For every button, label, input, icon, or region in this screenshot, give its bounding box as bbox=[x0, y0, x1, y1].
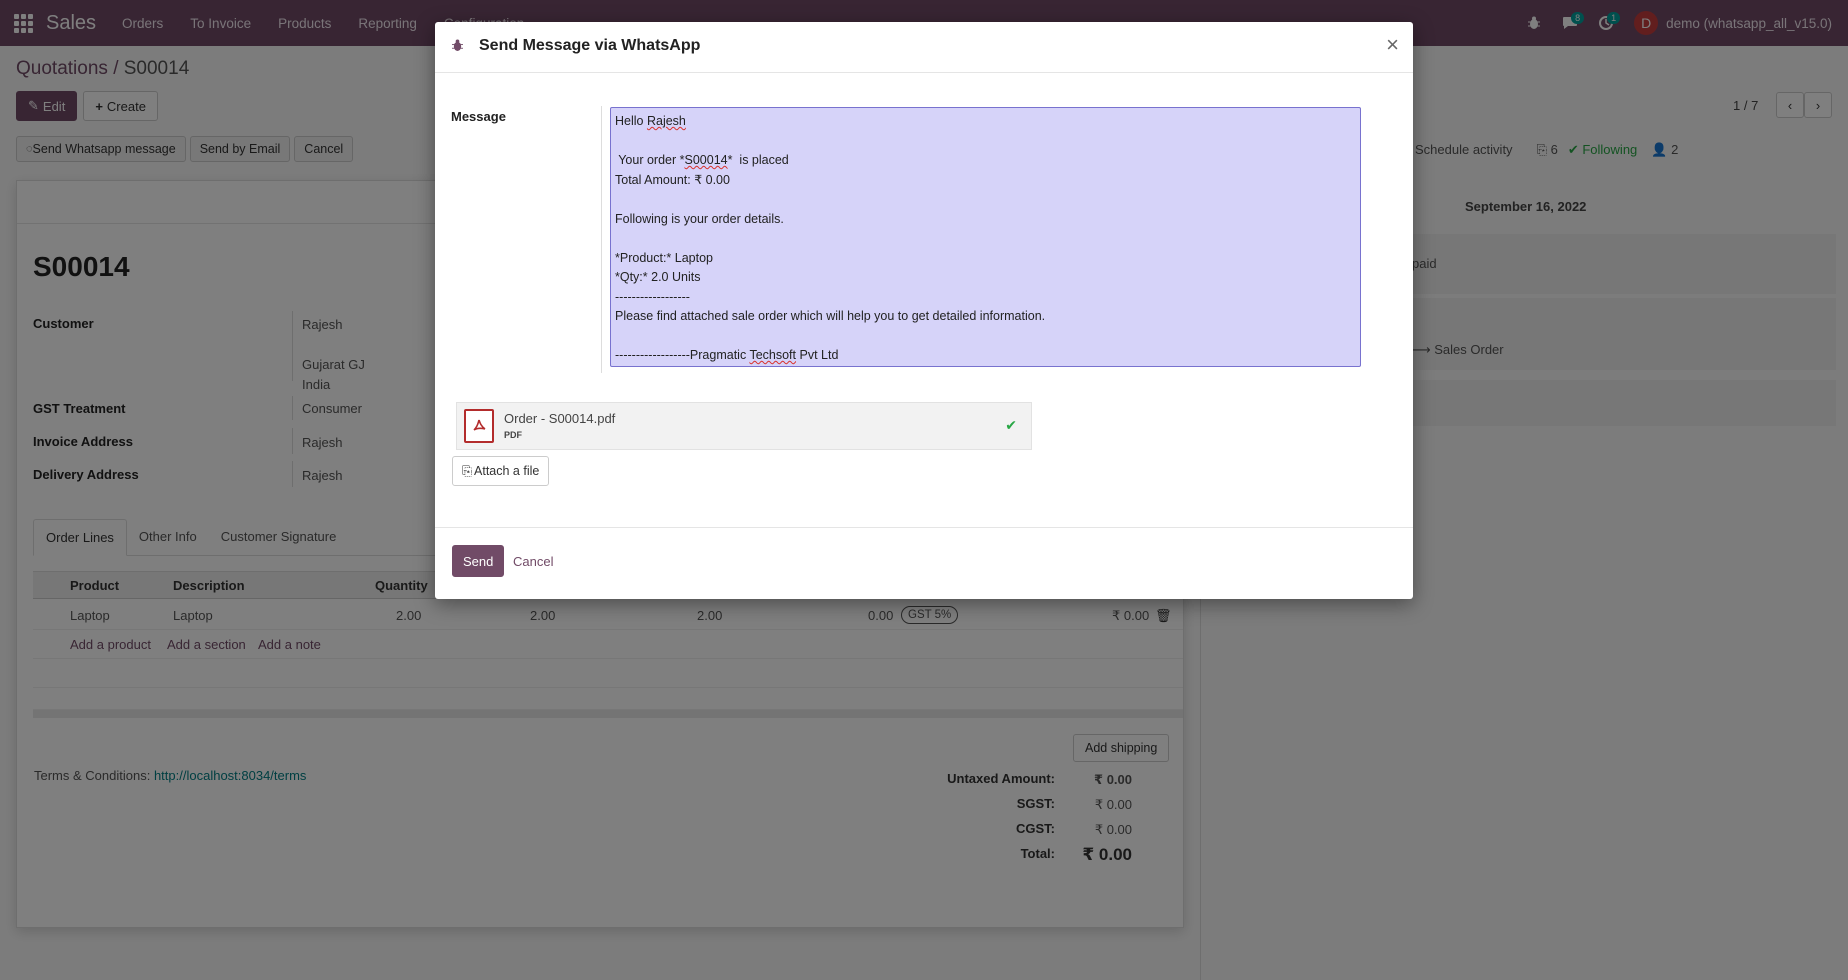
message-line: Hello Rajesh bbox=[615, 112, 1356, 132]
attachment-card[interactable]: Order - S00014.pdf PDF ✔ bbox=[456, 402, 1032, 450]
message-text: Your order * bbox=[615, 153, 685, 167]
message-text: Techsoft bbox=[749, 348, 797, 362]
message-line: Following is your order details. bbox=[615, 211, 784, 226]
message-line bbox=[615, 190, 1356, 210]
attachment-name: Order - S00014.pdf bbox=[504, 411, 616, 426]
message-line bbox=[615, 327, 1356, 347]
modal-header: Send Message via WhatsApp × bbox=[435, 22, 1413, 73]
message-text: S00014 bbox=[684, 153, 728, 167]
paperclip-icon: ⎘ bbox=[462, 463, 473, 478]
attach-file-label: Attach a file bbox=[474, 464, 540, 478]
message-line: ------------------ bbox=[615, 289, 690, 304]
send-button[interactable]: Send bbox=[452, 545, 505, 577]
attachment-extension: PDF bbox=[504, 430, 522, 440]
message-line bbox=[615, 132, 1356, 152]
modal-footer: Send Cancel bbox=[435, 527, 1413, 599]
message-text: Rajesh bbox=[646, 114, 686, 128]
message-line: Total Amount: ₹ 0.00 bbox=[615, 172, 730, 187]
message-line: *Qty:* 2.0 Units bbox=[615, 270, 701, 284]
message-textarea[interactable]: Hello Rajesh Your order *S00014* is plac… bbox=[610, 107, 1361, 367]
message-line: ------------------Pragmatic Techsoft Pvt… bbox=[615, 346, 1356, 366]
attach-file-button[interactable]: ⎘ Attach a file bbox=[452, 456, 550, 486]
modal-title: Send Message via WhatsApp bbox=[479, 37, 701, 54]
message-text: * is placed bbox=[727, 153, 789, 167]
message-text: Hello bbox=[615, 114, 647, 128]
pdf-file-icon bbox=[464, 409, 494, 443]
field-divider bbox=[601, 106, 602, 373]
bug-icon bbox=[452, 39, 463, 55]
message-line: *Product:* Laptop bbox=[615, 250, 713, 265]
check-icon: ✔ bbox=[1005, 417, 1017, 433]
whatsapp-modal: Send Message via WhatsApp × Message Hell… bbox=[435, 22, 1413, 599]
close-icon[interactable]: × bbox=[1386, 32, 1399, 58]
message-text: Pvt Ltd bbox=[796, 348, 839, 362]
message-line: Your order *S00014* is placed bbox=[615, 151, 1356, 171]
message-line: Please find attached sale order which wi… bbox=[615, 309, 1046, 323]
message-text: ------------------Pragmatic bbox=[615, 348, 750, 362]
message-label: Message bbox=[451, 109, 506, 124]
message-line bbox=[615, 229, 1356, 249]
cancel-button[interactable]: Cancel bbox=[513, 554, 553, 569]
